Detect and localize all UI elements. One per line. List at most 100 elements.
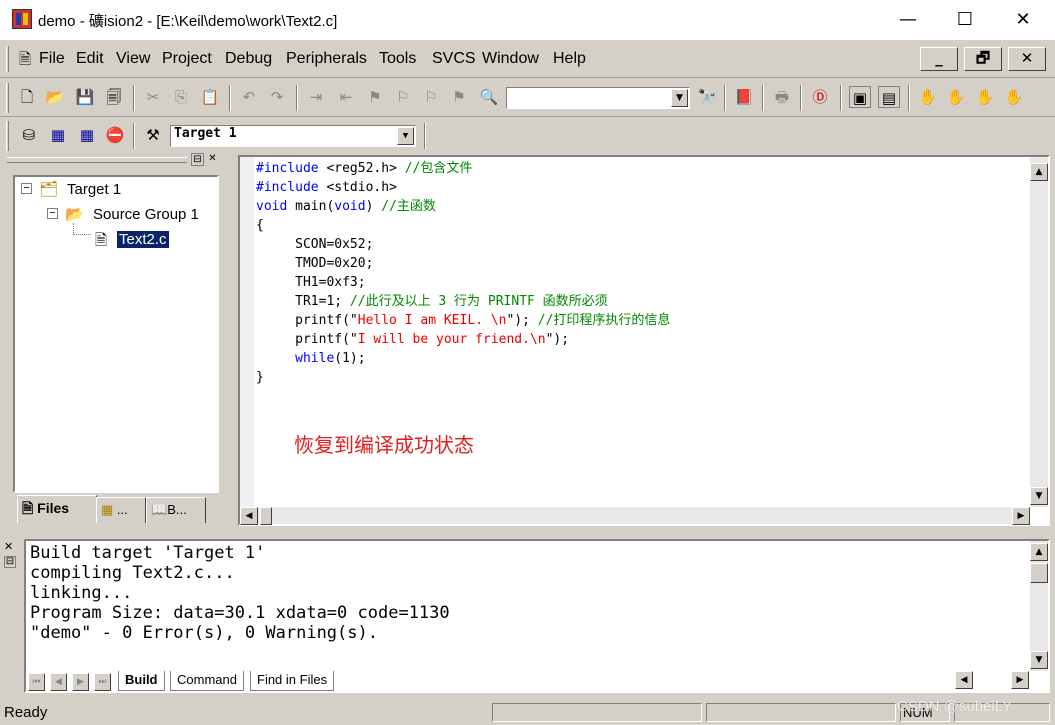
panel-close-icon[interactable]: ✕ [206,153,219,166]
code-line[interactable]: printf("Hello I am KEIL. \n"); //打印程序执行的… [256,311,670,330]
scroll-thumb[interactable] [1030,563,1048,583]
close-button[interactable]: ✕ [1000,4,1046,36]
output-horizontal-scrollbar[interactable]: ◀ ▶ [955,671,1033,690]
collapse-icon[interactable]: − [47,208,58,219]
menu-window[interactable]: Window [482,50,539,68]
tab-command[interactable]: Command [170,671,244,691]
scroll-down-icon[interactable]: ▼ [1030,487,1048,505]
panel-restore-icon[interactable]: ⊟ [191,153,204,166]
next-tab-icon[interactable]: ▶ [72,673,89,691]
scroll-thumb[interactable] [260,507,272,525]
code-line[interactable]: SCON=0x52; [256,235,373,254]
editor-horizontal-scrollbar[interactable]: ◀ ▶ [240,507,1030,525]
bookmark-toggle-icon[interactable]: ⚑ [364,86,386,108]
editor-vertical-scrollbar[interactable]: ▲ ▼ [1030,157,1048,507]
menu-edit[interactable]: Edit [76,50,104,68]
breakpoint-kill-icon[interactable]: ✋ [945,86,967,108]
tree-source-group[interactable]: Source Group 1 [93,206,199,223]
scroll-right-icon[interactable]: ▶ [1012,507,1030,525]
first-tab-icon[interactable]: ⏮ [28,673,45,691]
bookmark-clear-icon[interactable]: ⚑ [448,86,470,108]
breakpoint-toggle-icon[interactable]: ✋ [1003,86,1025,108]
scroll-left-icon[interactable]: ◀ [240,507,258,525]
code-line[interactable]: TMOD=0x20; [256,254,373,273]
chevron-down-icon[interactable]: ▼ [671,89,688,107]
collapse-icon[interactable]: − [21,183,32,194]
minimize-button[interactable]: — [885,4,931,36]
menu-debug[interactable]: Debug [225,50,272,68]
menubar-grip[interactable] [6,46,9,72]
code-line[interactable]: { [256,216,264,235]
open-folder-icon[interactable]: 📂 [44,86,66,108]
bookmark-next-icon[interactable]: ⚐ [392,86,414,108]
code-line[interactable]: TR1=1; //此行及以上 3 行为 PRINTF 函数所必须 [256,292,608,311]
indent-icon[interactable]: ⇥ [305,86,327,108]
target-options-icon[interactable]: ⚒ [142,124,164,146]
code-line[interactable]: TH1=0xf3; [256,273,365,292]
mdi-restore-button[interactable]: 🗗 [964,47,1002,71]
menu-tools[interactable]: Tools [379,50,416,68]
copy-icon[interactable]: ⎘ [170,86,192,108]
new-file-icon[interactable]: 🗋 [16,86,38,108]
debug-start-icon[interactable]: Ⓓ [809,86,831,108]
stop-build-icon[interactable]: ⛔ [104,124,126,146]
cut-icon[interactable]: ✂ [142,86,164,108]
tab-build[interactable]: Build [118,671,165,691]
output-window-icon[interactable]: ▤ [878,86,900,108]
toolbar-grip[interactable] [6,121,9,151]
menu-view[interactable]: View [116,50,150,68]
translate-icon[interactable]: ⛁ [18,124,40,146]
workspace-window-icon[interactable]: ▣ [849,86,871,108]
rebuild-all-icon[interactable]: ▦ [76,124,98,146]
chevron-down-icon[interactable]: ▼ [397,127,414,145]
scroll-up-icon[interactable]: ▲ [1030,543,1048,561]
menu-help[interactable]: Help [553,50,586,68]
menu-file[interactable]: File [39,50,65,68]
tab-files[interactable]: 🗎 Files [17,495,97,523]
tree-target[interactable]: Target 1 [67,181,121,198]
output-close-icon[interactable]: ✕ [4,540,13,553]
menu-project[interactable]: Project [162,50,212,68]
scroll-left-icon[interactable]: ◀ [955,671,973,689]
tab-books[interactable]: 📖B... [146,497,206,523]
code-editor[interactable]: #include <reg52.h> //包含文件 #include <stdio… [238,155,1050,526]
find-combo[interactable]: ▼ [506,87,690,109]
redo-icon[interactable]: ↷ [266,86,288,108]
code-line[interactable]: #include <reg52.h> //包含文件 [256,159,472,178]
incremental-find-icon[interactable]: 📕 [733,86,755,108]
code-line[interactable]: while(1); [256,349,365,368]
code-line[interactable]: } [256,368,264,387]
output-restore-icon[interactable]: ⊟ [4,556,16,568]
unindent-icon[interactable]: ⇤ [335,86,357,108]
hand-icon[interactable]: ✋ [917,86,939,108]
code-line[interactable]: void main(void) //主函数 [256,197,436,216]
print-icon[interactable]: 🖶 [771,86,793,108]
scroll-up-icon[interactable]: ▲ [1030,163,1048,181]
paste-icon[interactable]: 📋 [199,86,221,108]
tree-file-text2[interactable]: Text2.c [117,231,169,248]
menu-peripherals[interactable]: Peripherals [286,50,367,68]
tab-regs[interactable]: ▦ ... [96,497,146,523]
save-all-icon[interactable]: 🗐 [103,86,125,108]
mdi-close-button[interactable]: ✕ [1008,47,1046,71]
scroll-down-icon[interactable]: ▼ [1030,651,1048,669]
binoculars-icon[interactable]: 🔭 [696,86,718,108]
panel-grip[interactable] [7,157,187,163]
output-vertical-scrollbar[interactable]: ▲ ▼ [1030,541,1048,671]
find-in-files-icon[interactable]: 🔍 [478,86,500,108]
target-select[interactable]: Target 1 ▼ [170,125,416,147]
save-icon[interactable]: 💾 [74,86,96,108]
menu-svcs[interactable]: SVCS [432,50,476,68]
code-line[interactable]: printf("I will be your friend.\n"); [256,330,569,349]
breakpoint-disable-icon[interactable]: ✋ [974,86,996,108]
last-tab-icon[interactable]: ⏭ [94,673,111,691]
maximize-button[interactable]: ☐ [942,4,988,36]
toolbar-grip[interactable] [6,83,9,113]
tab-find-in-files[interactable]: Find in Files [250,671,335,691]
build-icon[interactable]: ▦ [47,124,69,146]
scroll-right-icon[interactable]: ▶ [1011,671,1029,689]
prev-tab-icon[interactable]: ◀ [50,673,67,691]
code-line[interactable]: #include <stdio.h> [256,178,397,197]
bookmark-prev-icon[interactable]: ⚐ [420,86,442,108]
undo-icon[interactable]: ↶ [238,86,260,108]
